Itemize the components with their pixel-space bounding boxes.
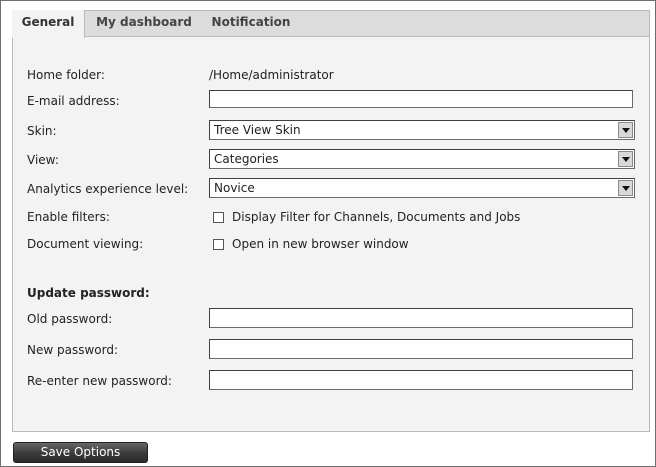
- general-panel: Home folder: /Home/administrator E-mail …: [12, 36, 650, 432]
- display-filter-checkbox[interactable]: [213, 212, 224, 223]
- analytics-level-label: Analytics experience level:: [27, 182, 189, 196]
- old-password-label: Old password:: [27, 312, 113, 326]
- new-password-label: New password:: [27, 343, 119, 357]
- skin-label: Skin:: [27, 124, 57, 138]
- view-selected-value: Categories: [214, 152, 279, 166]
- tab-bar: General My dashboard Notification: [12, 10, 650, 38]
- tab-general[interactable]: General: [12, 10, 85, 38]
- chevron-down-icon[interactable]: [618, 122, 633, 138]
- update-password-heading: Update password:: [27, 286, 150, 300]
- view-select[interactable]: Categories: [209, 149, 635, 169]
- skin-select[interactable]: Tree View Skin: [209, 120, 635, 140]
- save-options-button[interactable]: Save Options: [13, 442, 148, 463]
- enable-filters-label: Enable filters:: [27, 210, 110, 224]
- tab-my-dashboard[interactable]: My dashboard: [86, 10, 202, 36]
- analytics-selected-value: Novice: [214, 181, 255, 195]
- document-viewing-label: Document viewing:: [27, 237, 144, 251]
- analytics-level-select[interactable]: Novice: [209, 178, 635, 198]
- skin-selected-value: Tree View Skin: [214, 123, 301, 137]
- old-password-field[interactable]: [209, 308, 633, 328]
- tab-notification[interactable]: Notification: [202, 10, 300, 36]
- chevron-down-icon[interactable]: [618, 151, 633, 167]
- chevron-down-icon[interactable]: [618, 180, 633, 196]
- email-label: E-mail address:: [27, 94, 120, 108]
- new-password-field[interactable]: [209, 339, 633, 359]
- view-label: View:: [27, 153, 59, 167]
- open-new-window-option-label[interactable]: Open in new browser window: [232, 237, 409, 251]
- reenter-password-field[interactable]: [209, 370, 633, 390]
- open-new-window-checkbox[interactable]: [213, 239, 224, 250]
- home-folder-label: Home folder:: [27, 68, 105, 82]
- email-field[interactable]: [209, 90, 633, 108]
- display-filter-option-label[interactable]: Display Filter for Channels, Documents a…: [232, 210, 520, 224]
- reenter-password-label: Re-enter new password:: [27, 374, 172, 388]
- home-folder-value: /Home/administrator: [209, 68, 334, 82]
